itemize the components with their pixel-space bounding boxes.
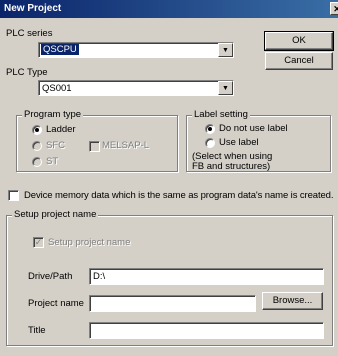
device-memory-label: Device memory data which is the same as … xyxy=(24,190,334,201)
program-type-legend: Program type xyxy=(22,109,84,120)
melsap-label: MELSAP-L xyxy=(102,140,149,151)
close-icon[interactable]: ✕ xyxy=(330,2,338,15)
title-bar: New Project ✕ xyxy=(0,0,338,18)
radio-no-label[interactable] xyxy=(205,124,215,134)
browse-button[interactable]: Browse... xyxy=(262,292,323,310)
melsap-checkbox[interactable] xyxy=(89,141,100,152)
ok-button[interactable]: OK xyxy=(264,31,334,51)
plc-series-value: QSCPU xyxy=(41,44,79,55)
radio-sfc[interactable] xyxy=(32,141,42,151)
sfc-label: SFC xyxy=(46,140,65,151)
plc-type-label: PLC Type xyxy=(6,67,48,78)
title-label: Title xyxy=(28,325,46,336)
ladder-label: Ladder xyxy=(46,124,76,135)
label-setting-legend: Label setting xyxy=(192,109,250,120)
use-label-text: Use label xyxy=(219,137,259,148)
drive-path-value: D:\ xyxy=(93,271,106,282)
device-memory-checkbox[interactable] xyxy=(8,190,19,201)
plc-type-select[interactable]: QS001 ▼ xyxy=(38,80,234,96)
no-label-text: Do not use label xyxy=(219,123,288,134)
label-note-line2: FB and structures) xyxy=(192,161,271,172)
dropdown-arrow-icon[interactable]: ▼ xyxy=(218,43,233,57)
plc-series-label: PLC series xyxy=(6,28,53,39)
cancel-button[interactable]: Cancel xyxy=(265,52,333,70)
st-label: ST xyxy=(46,156,59,167)
project-name-label: Project name xyxy=(28,298,84,309)
radio-st[interactable] xyxy=(32,157,42,167)
drive-path-input[interactable]: D:\ xyxy=(89,268,324,285)
project-name-input[interactable] xyxy=(89,295,256,312)
radio-ladder[interactable] xyxy=(32,125,42,135)
setup-project-name-checkbox-label: Setup project name xyxy=(48,237,131,248)
dropdown-arrow-icon[interactable]: ▼ xyxy=(218,81,233,95)
radio-use-label[interactable] xyxy=(205,138,215,148)
title-input[interactable] xyxy=(89,322,324,339)
plc-series-select[interactable]: QSCPU ▼ xyxy=(38,42,234,58)
drive-path-label: Drive/Path xyxy=(28,271,73,282)
setup-project-name-checkbox[interactable]: ✓ xyxy=(33,237,44,248)
setup-project-name-legend: Setup project name xyxy=(12,209,99,220)
plc-type-value: QS001 xyxy=(42,83,72,94)
window-title: New Project xyxy=(4,3,62,14)
